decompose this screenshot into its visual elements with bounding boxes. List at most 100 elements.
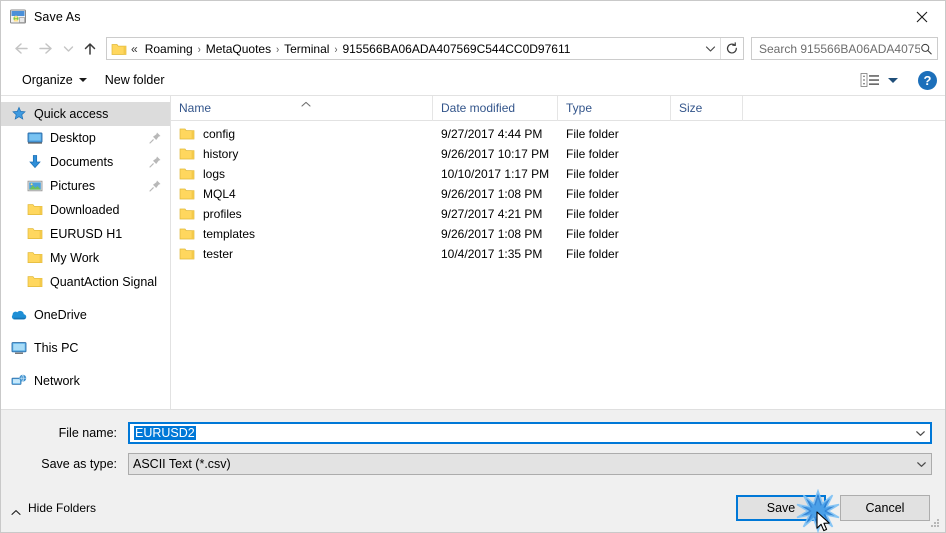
up-button[interactable] <box>77 36 103 62</box>
this-pc-icon <box>11 340 27 356</box>
organize-button[interactable]: Organize <box>15 69 94 91</box>
close-button[interactable] <box>899 2 945 32</box>
table-row[interactable]: profiles 9/27/2017 4:21 PM File folder <box>171 204 945 224</box>
file-name-text: logs <box>203 167 226 181</box>
chevron-down-icon <box>63 45 73 52</box>
dialog-body: Quick access Desktop Documents Pictures … <box>1 95 945 409</box>
column-header-date-modified[interactable]: Date modified <box>433 95 558 121</box>
breadcrumb-separator[interactable]: › <box>333 42 338 55</box>
chevron-down-icon <box>916 430 925 436</box>
sidebar-item-eurusd-h1[interactable]: EURUSD H1 <box>1 222 170 246</box>
cell-name: tester <box>171 247 433 261</box>
forward-button[interactable] <box>33 36 59 62</box>
folder-icon <box>179 127 195 141</box>
column-header-type[interactable]: Type <box>558 95 671 121</box>
save-as-type-dropdown-button[interactable] <box>912 454 931 474</box>
table-row[interactable]: tester 10/4/2017 1:35 PM File folder <box>171 244 945 264</box>
resize-grip[interactable] <box>929 517 941 529</box>
file-name-dropdown-button[interactable] <box>911 424 930 442</box>
folder-icon <box>27 202 43 218</box>
column-header-size[interactable]: Size <box>671 95 743 121</box>
sidebar-item-onedrive[interactable]: OneDrive <box>1 303 170 327</box>
sidebar-item-quantaction-signal[interactable]: QuantAction Signal <box>1 270 170 294</box>
file-name-text: tester <box>203 247 234 261</box>
file-rows: config 9/27/2017 4:44 PM File folder his… <box>171 121 945 409</box>
folder-icon <box>179 207 195 221</box>
address-bar[interactable]: « Roaming › MetaQuotes › Terminal › 9155… <box>106 37 744 60</box>
sidebar-item-label: QuantAction Signal <box>50 275 158 289</box>
sidebar-item-this-pc[interactable]: This PC <box>1 336 170 360</box>
sidebar-item-label: This PC <box>34 341 79 355</box>
sidebar-item-quick-access[interactable]: Quick access <box>1 102 170 126</box>
network-icon <box>11 373 27 389</box>
sidebar-item-downloaded[interactable]: Downloaded <box>1 198 170 222</box>
file-name-text: templates <box>203 227 256 241</box>
folder-icon <box>27 250 43 266</box>
navigation-pane: Quick access Desktop Documents Pictures … <box>1 96 171 409</box>
cell-type: File folder <box>566 207 619 221</box>
chevron-down-icon <box>888 77 898 83</box>
cell-date-modified: 10/10/2017 1:17 PM <box>441 167 550 181</box>
sidebar-item-label: EURUSD H1 <box>50 227 123 241</box>
search-box[interactable]: Search 915566BA06ADA40756... <box>751 37 938 60</box>
table-row[interactable]: templates 9/26/2017 1:08 PM File folder <box>171 224 945 244</box>
cell-type: File folder <box>566 187 619 201</box>
cell-date-modified: 9/26/2017 1:08 PM <box>441 227 543 241</box>
cell-name: logs <box>171 167 433 181</box>
breadcrumb-separator[interactable]: › <box>275 42 280 55</box>
cell-date-modified: 9/27/2017 4:44 PM <box>441 127 543 141</box>
pictures-icon <box>27 178 43 194</box>
desktop-icon <box>27 130 43 146</box>
refresh-button[interactable] <box>721 38 743 59</box>
sidebar-item-my-work[interactable]: My Work <box>1 246 170 270</box>
breadcrumb-overflow[interactable]: « <box>129 40 141 58</box>
save-as-type-field[interactable]: ASCII Text (*.csv) <box>128 453 932 475</box>
navigation-bar: « Roaming › MetaQuotes › Terminal › 9155… <box>1 32 945 65</box>
file-name-text: profiles <box>203 207 242 221</box>
file-name-field[interactable]: EURUSD2 <box>128 422 932 444</box>
recent-locations-button[interactable] <box>59 36 77 62</box>
breadcrumb-item-metaquotes[interactable]: MetaQuotes <box>202 40 275 58</box>
sidebar-item-label: OneDrive <box>34 308 87 322</box>
breadcrumb-item-terminal[interactable]: Terminal <box>280 40 333 58</box>
chevron-up-icon <box>11 505 21 515</box>
cell-name: templates <box>171 227 433 241</box>
sidebar-item-desktop[interactable]: Desktop <box>1 126 170 150</box>
hide-folders-button[interactable]: Hide Folders <box>11 501 96 515</box>
cell-type: File folder <box>566 227 619 241</box>
folder-icon <box>27 274 43 290</box>
cancel-button-label: Cancel <box>865 501 905 515</box>
save-button[interactable]: Save <box>736 488 840 533</box>
sidebar-item-pictures[interactable]: Pictures <box>1 174 170 198</box>
arrow-right-icon <box>38 43 52 54</box>
file-name-row: File name: EURUSD2 <box>14 422 932 444</box>
folder-icon <box>179 167 195 181</box>
table-row[interactable]: MQL4 9/26/2017 1:08 PM File folder <box>171 184 945 204</box>
cell-name: MQL4 <box>171 187 433 201</box>
help-button[interactable]: ? <box>918 70 937 90</box>
address-dropdown-button[interactable] <box>700 38 720 59</box>
table-row[interactable]: history 9/26/2017 10:17 PM File folder <box>171 144 945 164</box>
search-input[interactable]: Search 915566BA06ADA40756... <box>759 42 920 56</box>
breadcrumb-item-terminal-id[interactable]: 915566BA06ADA407569C544CC0D97611 <box>338 40 574 58</box>
breadcrumb-separator[interactable]: › <box>197 42 202 55</box>
pin-icon <box>148 155 162 169</box>
sidebar-item-network[interactable]: Network <box>1 369 170 393</box>
file-name-text: config <box>203 127 236 141</box>
sidebar-item-label: My Work <box>50 251 100 265</box>
sidebar-item-label: Desktop <box>50 131 96 145</box>
refresh-icon <box>726 41 737 54</box>
change-view-button[interactable] <box>856 69 902 91</box>
cell-date-modified: 10/4/2017 1:35 PM <box>441 247 543 261</box>
back-button[interactable] <box>7 36 33 62</box>
cell-date-modified: 9/26/2017 10:17 PM <box>441 147 550 161</box>
table-row[interactable]: logs 10/10/2017 1:17 PM File folder <box>171 164 945 184</box>
save-as-type-label: Save as type: <box>41 457 117 471</box>
new-folder-button[interactable]: New folder <box>98 69 172 91</box>
sidebar-item-documents[interactable]: Documents <box>1 150 170 174</box>
save-as-dialog: Save As « Roaming › MetaQuotes › Termina… <box>0 0 946 533</box>
cancel-button[interactable]: Cancel <box>840 495 930 521</box>
breadcrumb-item-roaming[interactable]: Roaming <box>141 40 197 58</box>
file-name-value[interactable]: EURUSD2 <box>130 426 911 440</box>
table-row[interactable]: config 9/27/2017 4:44 PM File folder <box>171 124 945 144</box>
